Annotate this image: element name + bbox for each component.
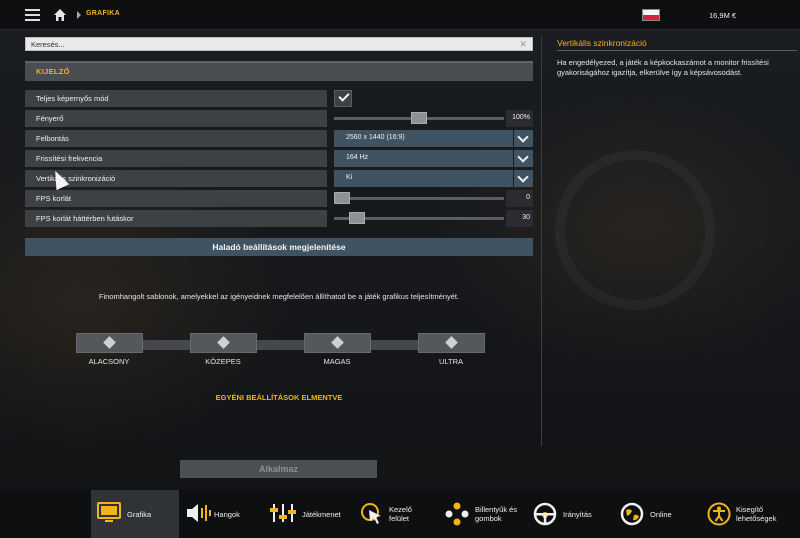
slider-handle[interactable]	[349, 212, 365, 224]
setting-row-fullscreen: Teljes képernyős mód	[25, 90, 533, 107]
nav-item-accessibility[interactable]: Kisegítő lehetőségek	[705, 490, 800, 538]
slider-value: 100%	[506, 110, 533, 127]
nav-item-online[interactable]: Online	[618, 490, 698, 538]
setting-row-vsync: Vertikális szinkronizáció Ki	[25, 170, 533, 187]
section-header: KIJELZŐ	[25, 61, 533, 81]
fps-limit-background-slider[interactable]	[334, 212, 504, 224]
chevron-down-icon	[517, 151, 529, 163]
info-title: Vertikális szinkronizáció	[557, 38, 647, 48]
resolution-select[interactable]: 2560 x 1440 (16:9)	[334, 130, 513, 147]
nav-label: Játékmenet	[302, 510, 341, 519]
diamond-icon	[331, 336, 344, 349]
diamond-icon	[103, 336, 116, 349]
refresh-rate-dropdown-button[interactable]	[514, 150, 533, 167]
custom-settings-saved-label: EGYÉNI BEÁLLÍTÁSOK ELMENTVE	[215, 393, 343, 402]
breadcrumb-arrow-icon	[77, 11, 81, 19]
close-icon[interactable]: ✕	[519, 39, 527, 50]
info-divider	[557, 50, 797, 51]
nav-label: Irányítás	[563, 510, 592, 519]
setting-label: Teljes képernyős mód	[25, 90, 327, 107]
panel-divider	[541, 36, 542, 446]
vsync-select[interactable]: Ki	[334, 170, 513, 187]
nav-item-graphics[interactable]: Grafika	[91, 490, 179, 538]
search-placeholder: Keresés...	[31, 40, 65, 49]
cursor-icon	[361, 503, 381, 524]
nav-item-controls[interactable]: Irányítás	[532, 490, 612, 538]
top-bar: GRAFIKA 16,9M €	[0, 0, 800, 30]
preset-high-button[interactable]	[304, 333, 371, 353]
slider-handle[interactable]	[334, 192, 350, 204]
preset-connector	[371, 340, 419, 350]
nav-item-sounds[interactable]: Hangok	[180, 490, 260, 538]
poland-flag-icon	[642, 9, 660, 21]
info-description: Ha engedélyezed, a játék a képkockaszámo…	[557, 58, 769, 77]
nav-label: Grafika	[127, 510, 152, 519]
preset-connector	[257, 340, 305, 350]
diamond-icon	[445, 336, 458, 349]
setting-row-fps-limit-background: FPS korlát háttérben futáskor 30	[25, 210, 533, 227]
brightness-slider[interactable]	[334, 112, 504, 124]
search-input[interactable]: Keresés... ✕	[25, 37, 533, 51]
slider-handle[interactable]	[411, 112, 427, 124]
resolution-dropdown-button[interactable]	[514, 130, 533, 147]
setting-row-resolution: Felbontás 2560 x 1440 (16:9)	[25, 130, 533, 147]
preset-label: KÖZEPES	[205, 357, 241, 366]
gamepad-buttons-icon	[445, 502, 469, 526]
preset-medium-button[interactable]	[190, 333, 257, 353]
home-icon[interactable]	[53, 8, 67, 22]
menu-icon[interactable]	[25, 9, 40, 21]
fullscreen-checkbox[interactable]	[334, 90, 352, 107]
bottom-nav: Grafika Hangok Játékmenet Kezelő felület	[0, 490, 800, 538]
setting-row-brightness: Fényerő 100%	[25, 110, 533, 127]
globe-icon	[620, 502, 644, 526]
preset-label: ALACSONY	[88, 357, 130, 366]
setting-label: FPS korlát háttérben futáskor	[25, 210, 327, 227]
nav-label: Billentyűk és gombok	[475, 505, 518, 523]
nav-label: Kisegítő lehetőségek	[736, 505, 777, 523]
breadcrumb: GRAFIKA	[86, 10, 120, 17]
preset-ultra-button[interactable]	[418, 333, 485, 353]
steering-wheel-icon	[533, 502, 557, 526]
advanced-settings-button[interactable]: Haladó beállítások megjelenítése	[25, 238, 533, 256]
sliders-icon	[270, 504, 296, 522]
slider-value: 30	[506, 210, 533, 227]
section-title: KIJELZŐ	[36, 67, 70, 76]
setting-label: Felbontás	[25, 130, 327, 147]
nav-item-keys-buttons[interactable]: Billentyűk és gombok	[442, 490, 532, 538]
setting-row-fps-limit: FPS korlát 0	[25, 190, 533, 207]
setting-row-refresh-rate: Frissítési frekvencia 164 Hz	[25, 150, 533, 167]
nav-label: Kezelő felület	[389, 505, 412, 523]
checkmark-icon	[338, 90, 350, 102]
preset-low-button[interactable]	[76, 333, 143, 353]
setting-label: Frissítési frekvencia	[25, 150, 327, 167]
preset-label: ULTRA	[438, 357, 464, 366]
setting-label: Vertikális szinkronizáció	[25, 170, 327, 187]
apply-button[interactable]: Alkalmaz	[180, 460, 377, 478]
fps-limit-slider[interactable]	[334, 192, 504, 204]
chevron-down-icon	[517, 171, 529, 183]
setting-label: FPS korlát	[25, 190, 327, 207]
slider-value: 0	[506, 190, 533, 207]
refresh-rate-select[interactable]: 164 Hz	[334, 150, 513, 167]
nav-item-gameplay[interactable]: Játékmenet	[265, 490, 355, 538]
preset-label: MAGAS	[323, 357, 351, 366]
preset-connector	[143, 340, 191, 350]
nav-label: Online	[650, 510, 672, 519]
preset-description: Finomhangolt sablonok, amelyekkel az igé…	[98, 292, 460, 301]
nav-item-interface[interactable]: Kezelő felület	[356, 490, 436, 538]
setting-label: Fényerő	[25, 110, 327, 127]
money-balance: 16,9M €	[709, 11, 737, 20]
speaker-icon	[187, 504, 211, 522]
nav-label: Hangok	[214, 510, 240, 519]
chevron-down-icon	[517, 131, 529, 143]
monitor-icon	[97, 502, 121, 522]
accessibility-icon	[707, 502, 731, 526]
vsync-dropdown-button[interactable]	[514, 170, 533, 187]
diamond-icon	[217, 336, 230, 349]
